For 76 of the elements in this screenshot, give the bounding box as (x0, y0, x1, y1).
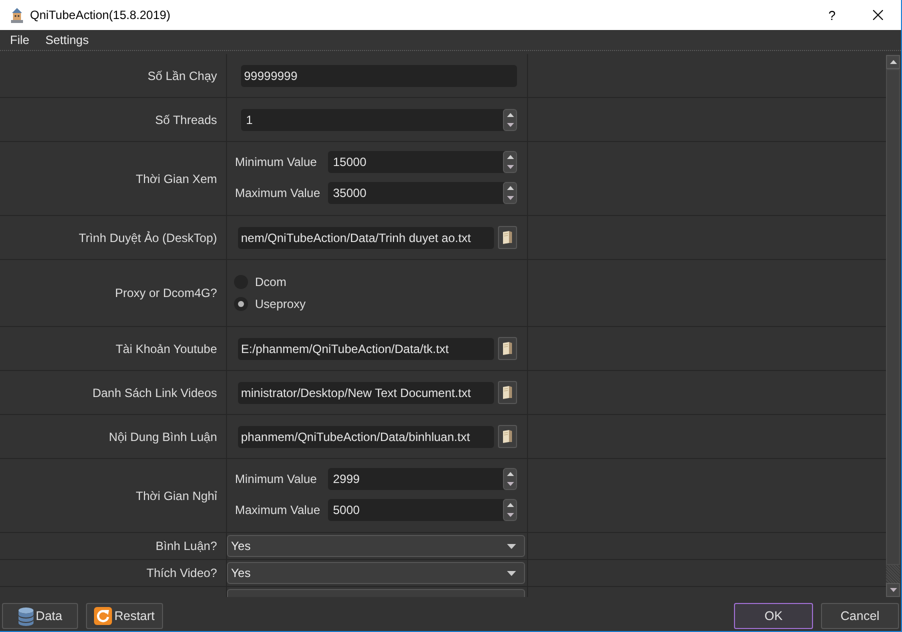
down-arrow-icon (506, 165, 514, 169)
radio-icon[interactable] (234, 297, 248, 311)
scroll-up-button[interactable] (886, 55, 900, 69)
path-field[interactable]: E:/phanmem/QniTubeAction/Data/tk.txt (238, 338, 494, 360)
path-field[interactable]: phanmem/QniTubeAction/Data/binhluan.txt (238, 426, 494, 448)
text-field[interactable]: 99999999 (241, 64, 517, 86)
up-arrow-icon (506, 186, 514, 190)
window-title: QniTubeAction(15.8.2019) (30, 8, 170, 22)
browse-button[interactable] (498, 226, 517, 249)
row-label: Trình Duyệt Ảo (DeskTop) (78, 230, 217, 244)
row-label: Tài Khoản Youtube (116, 342, 217, 356)
down-arrow-icon (890, 588, 896, 592)
spin-box[interactable]: 5000 (328, 499, 517, 521)
spin-down-button[interactable] (503, 120, 517, 130)
spin-up-button[interactable] (503, 499, 517, 510)
spin-down-button[interactable] (503, 162, 517, 173)
cancel-button[interactable]: Cancel (821, 603, 899, 629)
browse-button[interactable] (498, 381, 517, 404)
menu-item[interactable]: Settings (37, 32, 97, 48)
row-label: Thời Gian Nghỉ (136, 488, 217, 502)
close-icon (873, 10, 883, 20)
spin-up-button[interactable] (503, 182, 517, 193)
row-label: Thời Gian Xem (136, 172, 217, 186)
book-icon (503, 386, 512, 399)
scroll-down-button[interactable] (886, 583, 900, 597)
spin-up-button[interactable] (503, 151, 517, 162)
row-label: Nội Dung Bình Luận (108, 430, 217, 444)
book-icon (503, 430, 512, 443)
field-label: Maximum Value (235, 186, 322, 200)
browse-button[interactable] (498, 425, 517, 448)
row-label: Danh Sách Link Videos (92, 386, 217, 400)
down-arrow-icon (506, 122, 514, 126)
radio-option[interactable]: Useproxy (234, 297, 306, 311)
restart-button[interactable]: Restart (86, 603, 163, 629)
menu-item[interactable]: File (2, 32, 38, 48)
row-label: Bình Luận? (156, 539, 217, 553)
spin-down-button[interactable] (503, 479, 517, 490)
database-icon (18, 606, 34, 626)
book-icon (503, 231, 512, 244)
spin-box[interactable]: 1 (241, 108, 517, 130)
spin-down-button[interactable] (503, 510, 517, 521)
browse-button[interactable] (498, 337, 517, 360)
row-label: Số Lần Chạy (148, 68, 217, 82)
up-arrow-icon (506, 472, 514, 476)
path-field[interactable]: ministrator/Desktop/New Text Document.txt (238, 382, 494, 404)
app-icon (9, 7, 25, 23)
spin-box[interactable]: 2999 (328, 468, 517, 490)
caret-down-icon (507, 544, 516, 548)
field-label: Maximum Value (235, 503, 322, 517)
dropdown[interactable]: Yes (227, 562, 525, 584)
refresh-icon (94, 607, 112, 625)
caret-down-icon (507, 570, 516, 576)
help-button[interactable]: ? (809, 0, 855, 30)
field-label: Minimum Value (235, 155, 318, 169)
spin-box[interactable]: 35000 (328, 182, 517, 204)
spin-up-button[interactable] (503, 108, 517, 120)
path-field[interactable]: nem/QniTubeAction/Data/Trinh duyet ao.txt (238, 226, 494, 248)
field-label: Minimum Value (235, 472, 318, 486)
up-arrow-icon (506, 155, 514, 159)
down-arrow-icon (506, 513, 514, 517)
spin-up-button[interactable] (503, 468, 517, 479)
up-arrow-icon (890, 60, 896, 64)
data-button[interactable]: Data (2, 603, 78, 629)
up-arrow-icon (506, 503, 514, 507)
row-label: Proxy or Dcom4G? (114, 286, 217, 300)
down-arrow-icon (506, 196, 514, 200)
down-arrow-icon (506, 482, 514, 486)
spin-box[interactable]: 15000 (328, 151, 517, 173)
up-arrow-icon (506, 112, 514, 116)
radio-option[interactable]: Dcom (234, 275, 286, 289)
row-label: Số Threads (155, 112, 217, 126)
dropdown[interactable]: Yes (227, 535, 525, 557)
spin-down-button[interactable] (503, 193, 517, 204)
row-label: Thích Video? (146, 566, 217, 580)
book-icon (503, 342, 512, 355)
ok-button[interactable]: OK (734, 603, 813, 629)
